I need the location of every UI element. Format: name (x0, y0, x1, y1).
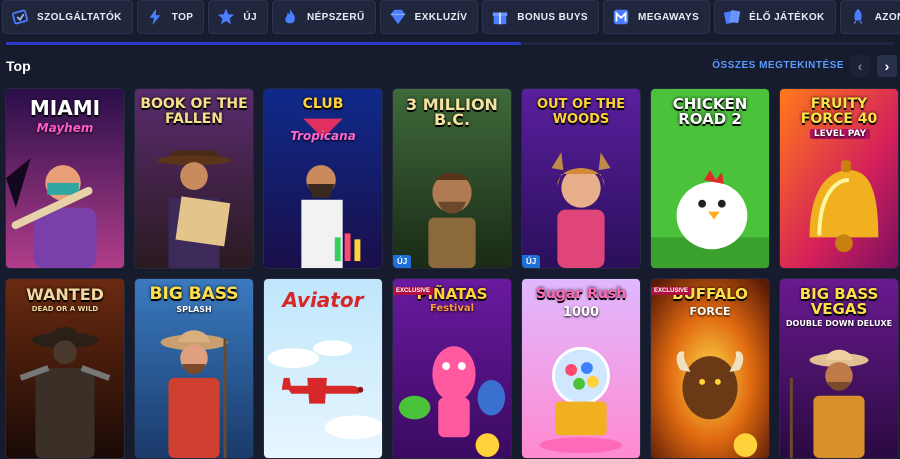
game-title: BIG BASS VEGAS (799, 285, 879, 318)
category-label: SZOLGÁLTATÓK (37, 11, 122, 23)
category-providers[interactable]: SZOLGÁLTATÓK (2, 0, 133, 34)
category-popular[interactable]: NÉPSZERŰ (271, 0, 376, 34)
game-title: 3 MILLION B.C. (406, 95, 498, 129)
game-title: CLUB (302, 96, 344, 112)
category-label: TOP (171, 11, 194, 23)
live-cards-icon (724, 10, 741, 24)
carousel-prev-button[interactable]: ‹ (850, 55, 870, 77)
exclusive-badge: EXCLUSIVE (393, 287, 434, 295)
rocket-icon (853, 8, 863, 25)
game-tile-club-tropicana[interactable]: CLUB Tropicana (263, 88, 383, 269)
game-title: BIG BASS (149, 284, 239, 304)
new-badge: ÚJ (393, 255, 412, 268)
game-title: OUT OF THE WOODS (536, 97, 626, 127)
game-subtitle: FORCE (689, 305, 731, 318)
category-scrollbar[interactable] (6, 42, 894, 45)
game-title: MIAMI (29, 96, 101, 120)
category-top[interactable]: TOP (136, 0, 205, 34)
game-subtitle: 1000 (562, 305, 600, 320)
game-subtitle: DOUBLE DOWN DELUXE (785, 319, 893, 328)
gift-icon (493, 12, 508, 25)
game-tile-3-million-bc[interactable]: 3 MILLION B.C. ÚJ (392, 88, 512, 269)
game-title: WANTED (26, 285, 104, 304)
game-subtitle: DEAD OR A WILD (31, 305, 99, 313)
see-all-link[interactable]: ÖSSZES MEGTEKINTÉSE (712, 60, 844, 71)
game-subtitle: Festival (429, 303, 475, 314)
category-new[interactable]: ÚJ (208, 0, 268, 34)
game-tile-pinatas-festival[interactable]: PIÑATAS Festival EXCLUSIVE (392, 278, 512, 459)
category-megaways[interactable]: MEGAWAYS (602, 0, 711, 34)
category-exclusive[interactable]: EXKLUZÍV (379, 0, 479, 34)
carousel-next-button[interactable]: › (877, 55, 897, 77)
game-subtitle: LEVEL PAY (810, 129, 870, 139)
category-bar: SZOLGÁLTATÓK TOP ÚJ NÉPSZERŰ EXKLUZÍV BO… (0, 0, 900, 36)
game-tile-fruity-force-40[interactable]: FRUITY FORCE 40 LEVEL PAY (779, 88, 899, 269)
category-label: ÉLŐ JÁTÉKOK (749, 11, 825, 23)
game-subtitle: SPLASH (176, 305, 212, 314)
game-title: Aviator (282, 288, 364, 312)
category-label: NÉPSZERŰ (306, 11, 365, 23)
game-tile-wanted-dead-or-a-wild[interactable]: WANTED DEAD OR A WILD (5, 278, 125, 459)
game-title: Sugar Rush (535, 286, 627, 302)
game-tile-sugar-rush-1000[interactable]: Sugar Rush 1000 (521, 278, 641, 459)
flame-icon (285, 8, 295, 24)
game-subtitle: Tropicana (290, 129, 356, 143)
game-tile-out-of-the-woods[interactable]: OUT OF THE WOODS ÚJ (521, 88, 641, 269)
game-tile-big-bass-vegas[interactable]: BIG BASS VEGAS DOUBLE DOWN DELUXE (779, 278, 899, 459)
exclusive-badge: EXCLUSIVE (651, 287, 692, 295)
game-subtitle: Mayhem (36, 121, 94, 135)
category-label: MEGAWAYS (637, 11, 700, 23)
game-tile-aviator[interactable]: Aviator (263, 278, 383, 459)
game-tile-buffalo-force[interactable]: BUFFALO FORCE EXCLUSIVE (650, 278, 770, 459)
game-grid: MIAMI Mayhem BOOK OF THE FALLEN CLUB Tro… (5, 88, 899, 459)
game-art (264, 89, 382, 268)
megaways-icon (613, 9, 629, 25)
game-tile-miami-mayhem[interactable]: MIAMI Mayhem (5, 88, 125, 269)
category-instant[interactable]: AZON (839, 0, 900, 34)
lightning-icon (149, 8, 161, 26)
scrollbar-thumb[interactable] (6, 42, 522, 45)
category-label: EXKLUZÍV (414, 11, 468, 23)
diamond-icon (390, 9, 405, 25)
game-title: BOOK OF THE FALLEN (140, 96, 248, 127)
new-badge: ÚJ (522, 255, 541, 268)
category-label: ÚJ (243, 11, 257, 23)
category-label: AZON (874, 11, 900, 23)
game-title: CHICKEN ROAD 2 (672, 95, 748, 128)
game-tile-chicken-road-2[interactable]: CHICKEN ROAD 2 (650, 88, 770, 269)
section-title: Top (6, 58, 31, 74)
game-tile-big-bass-splash[interactable]: BIG BASS SPLASH (134, 278, 254, 459)
providers-icon (12, 9, 28, 25)
game-tile-book-of-the-fallen[interactable]: BOOK OF THE FALLEN (134, 88, 254, 269)
category-label: BONUS BUYS (517, 11, 588, 23)
category-bonus-buys[interactable]: BONUS BUYS (482, 0, 599, 34)
game-title: FRUITY FORCE 40 (800, 96, 878, 127)
star-icon (218, 8, 235, 25)
category-live-games[interactable]: ÉLŐ JÁTÉKOK (714, 0, 836, 34)
